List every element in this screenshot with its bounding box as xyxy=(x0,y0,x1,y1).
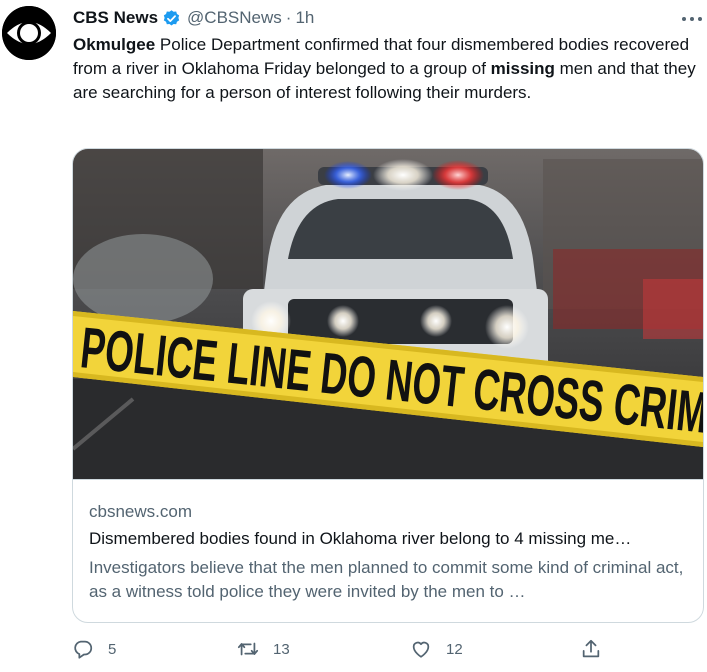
author-handle[interactable]: @CBSNews xyxy=(187,8,282,28)
author-name[interactable]: CBS News xyxy=(73,8,158,28)
reply-button[interactable]: 5 xyxy=(72,636,116,662)
tweet-text: Okmulgee Police Department confirmed tha… xyxy=(73,33,698,105)
card-image[interactable]: POLICE LINE DO NOT CROSS CRIM xyxy=(73,149,703,479)
retweet-count: 13 xyxy=(273,640,290,658)
share-icon xyxy=(582,639,600,658)
retweet-icon xyxy=(237,642,259,656)
avatar[interactable] xyxy=(2,6,56,60)
reply-count: 5 xyxy=(108,640,117,658)
tweet-actions: 5 13 12 xyxy=(72,636,612,662)
reply-icon xyxy=(74,640,93,659)
like-button[interactable]: 12 xyxy=(410,636,463,662)
card-meta[interactable]: cbsnews.com Dismembered bodies found in … xyxy=(73,479,703,622)
tweet-header: CBS News @CBSNews · 1h xyxy=(73,8,314,28)
card-title[interactable]: Dismembered bodies found in Oklahoma riv… xyxy=(89,529,689,549)
like-count: 12 xyxy=(446,640,463,658)
retweet-button[interactable]: 13 xyxy=(237,636,290,662)
share-button[interactable] xyxy=(580,636,602,662)
more-options-icon[interactable] xyxy=(680,10,704,28)
card-description: Investigators believe that the men plann… xyxy=(89,558,684,601)
tweet-timestamp[interactable]: 1h xyxy=(295,8,314,28)
cbs-eye-logo-icon xyxy=(2,6,56,60)
tweet-text-bold-okmulgee: Okmulgee xyxy=(73,35,156,54)
like-icon xyxy=(412,641,430,658)
tweet-text-bold-missing: missing xyxy=(490,59,555,78)
card-domain: cbsnews.com xyxy=(89,502,192,521)
separator-dot: · xyxy=(285,8,292,27)
verified-badge-icon xyxy=(163,9,180,26)
link-card[interactable]: POLICE LINE DO NOT CROSS CRIM cbsnews.co… xyxy=(72,148,704,623)
